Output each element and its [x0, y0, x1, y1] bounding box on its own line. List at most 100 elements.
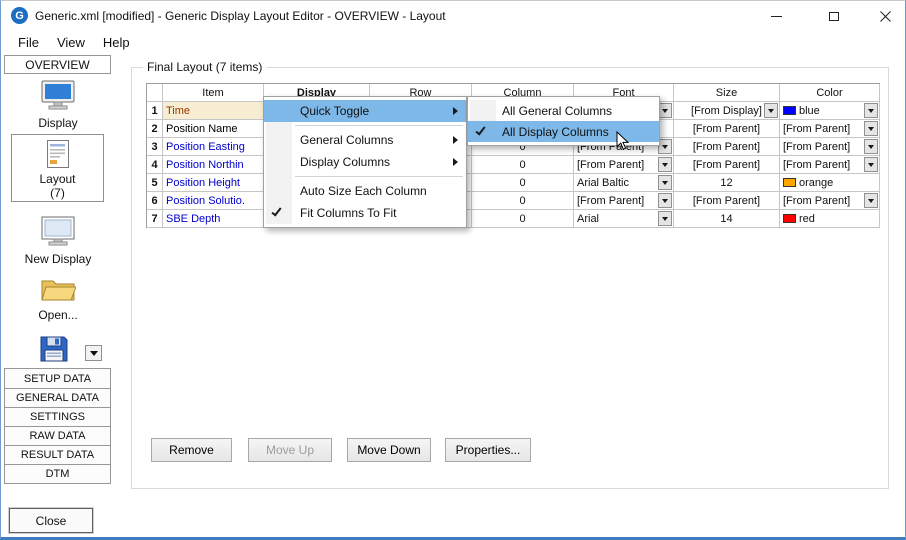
font-dropdown-button[interactable]	[658, 157, 672, 172]
chevron-down-icon	[768, 109, 774, 113]
font-dropdown-button[interactable]	[658, 193, 672, 208]
folder-open-icon	[40, 275, 76, 303]
item-cell[interactable]: Position Northin	[163, 156, 264, 174]
font-cell[interactable]: [From Parent]	[574, 156, 674, 174]
row-number-cell[interactable]: 3	[147, 138, 163, 156]
color-dropdown-button[interactable]	[864, 103, 878, 118]
item-cell[interactable]: Position Easting	[163, 138, 264, 156]
size-cell[interactable]: 14	[674, 210, 780, 228]
size-cell[interactable]: [From Display]	[674, 102, 780, 120]
monitor-icon	[39, 79, 77, 111]
sidebar-item-layout[interactable]: Layout (7)	[11, 134, 104, 202]
column-cell[interactable]: 0	[472, 156, 574, 174]
color-dropdown-button[interactable]	[864, 139, 878, 154]
menu-item-quick-toggle[interactable]: Quick Toggle	[264, 100, 466, 122]
menu-item-all-general-columns[interactable]: All General Columns	[468, 100, 659, 121]
sidebar-item-settings[interactable]: SETTINGS	[5, 407, 110, 426]
sidebar-item-general-data[interactable]: GENERAL DATA	[5, 388, 110, 407]
font-cell[interactable]: [From Parent]	[574, 192, 674, 210]
color-dropdown-button[interactable]	[864, 121, 878, 136]
color-dropdown-button[interactable]	[864, 157, 878, 172]
row-number-cell[interactable]: 2	[147, 120, 163, 138]
row-number-cell[interactable]: 5	[147, 174, 163, 192]
color-cell[interactable]: orange	[780, 174, 880, 192]
sidebar-item-raw-data[interactable]: RAW DATA	[5, 426, 110, 445]
sidebar-item-setup-data[interactable]: SETUP DATA	[5, 369, 110, 388]
remove-button[interactable]: Remove	[151, 438, 232, 462]
move-up-button[interactable]: Move Up	[248, 438, 332, 462]
sidebar-item-dtm[interactable]: DTM	[5, 464, 110, 483]
font-value: Arial	[577, 213, 599, 225]
sidebar-item-new-display[interactable]: New Display	[3, 215, 113, 266]
context-menu: Quick Toggle General Columns Display Col…	[263, 96, 467, 228]
menu-item-display-columns[interactable]: Display Columns	[264, 151, 466, 173]
sidebar-header-overview: OVERVIEW	[4, 55, 111, 74]
table-header-item[interactable]: Item	[163, 84, 264, 102]
size-value: [From Parent]	[693, 123, 760, 135]
menu-help[interactable]: Help	[94, 33, 139, 52]
properties-button[interactable]: Properties...	[445, 438, 531, 462]
sidebar-item-result-data[interactable]: RESULT DATA	[5, 445, 110, 464]
item-cell[interactable]: Position Height	[163, 174, 264, 192]
save-dropdown-button[interactable]	[85, 345, 102, 361]
close-dialog-button[interactable]: Close	[9, 508, 93, 533]
color-cell[interactable]: blue	[780, 102, 880, 120]
column-cell[interactable]: 0	[472, 192, 574, 210]
menu-item-general-columns[interactable]: General Columns	[264, 129, 466, 151]
save-button[interactable]	[39, 335, 69, 368]
menu-item-label: Display Columns	[300, 155, 390, 169]
table-header-size[interactable]: Size	[674, 84, 780, 102]
size-cell[interactable]: 12	[674, 174, 780, 192]
menu-item-auto-size-each-column[interactable]: Auto Size Each Column	[264, 180, 466, 202]
size-dropdown-button[interactable]	[764, 103, 778, 118]
color-cell[interactable]: [From Parent]	[780, 156, 880, 174]
size-cell[interactable]: [From Parent]	[674, 120, 780, 138]
close-window-button[interactable]	[863, 1, 906, 31]
chevron-down-icon	[868, 109, 874, 113]
color-cell[interactable]: [From Parent]	[780, 138, 880, 156]
color-cell[interactable]: red	[780, 210, 880, 228]
item-cell[interactable]: SBE Depth	[163, 210, 264, 228]
font-dropdown-button[interactable]	[658, 103, 672, 118]
row-number-cell[interactable]: 4	[147, 156, 163, 174]
move-down-button[interactable]: Move Down	[347, 438, 431, 462]
column-cell[interactable]: 0	[472, 174, 574, 192]
item-cell[interactable]: Time	[163, 102, 264, 120]
font-dropdown-button[interactable]	[658, 175, 672, 190]
checkmark-icon	[475, 125, 485, 136]
font-dropdown-button[interactable]	[658, 139, 672, 154]
font-dropdown-button[interactable]	[658, 211, 672, 226]
font-cell[interactable]: Arial Baltic	[574, 174, 674, 192]
menu-view[interactable]: View	[48, 33, 94, 52]
size-value: 14	[720, 213, 732, 225]
size-cell[interactable]: [From Parent]	[674, 156, 780, 174]
minimize-button[interactable]	[754, 1, 798, 31]
menu-file[interactable]: File	[9, 33, 48, 52]
item-cell[interactable]: Position Name	[163, 120, 264, 138]
color-cell[interactable]: [From Parent]	[780, 192, 880, 210]
table-header-color[interactable]: Color	[780, 84, 880, 102]
maximize-button[interactable]	[812, 1, 856, 31]
item-cell[interactable]: Position Solutio.	[163, 192, 264, 210]
row-number-cell[interactable]: 1	[147, 102, 163, 120]
color-cell[interactable]: [From Parent]	[780, 120, 880, 138]
color-value: [From Parent]	[783, 159, 850, 171]
menu-item-fit-columns-to-fit[interactable]: Fit Columns To Fit	[264, 202, 466, 224]
column-cell[interactable]: 0	[472, 210, 574, 228]
chevron-down-icon	[868, 127, 874, 131]
menu-item-all-display-columns[interactable]: All Display Columns	[468, 121, 659, 142]
menu-item-label: All General Columns	[502, 104, 612, 118]
menu-item-label: Quick Toggle	[300, 104, 369, 118]
color-swatch	[783, 214, 796, 223]
menu-item-label: Fit Columns To Fit	[300, 206, 396, 220]
table-header-rownum[interactable]	[147, 84, 163, 102]
row-number-cell[interactable]: 6	[147, 192, 163, 210]
size-cell[interactable]: [From Parent]	[674, 192, 780, 210]
app-icon[interactable]: G	[11, 7, 28, 24]
size-cell[interactable]: [From Parent]	[674, 138, 780, 156]
color-dropdown-button[interactable]	[864, 193, 878, 208]
font-cell[interactable]: Arial	[574, 210, 674, 228]
row-number-cell[interactable]: 7	[147, 210, 163, 228]
sidebar-item-display[interactable]: Display	[3, 79, 113, 130]
sidebar-item-open[interactable]: Open...	[3, 275, 113, 322]
